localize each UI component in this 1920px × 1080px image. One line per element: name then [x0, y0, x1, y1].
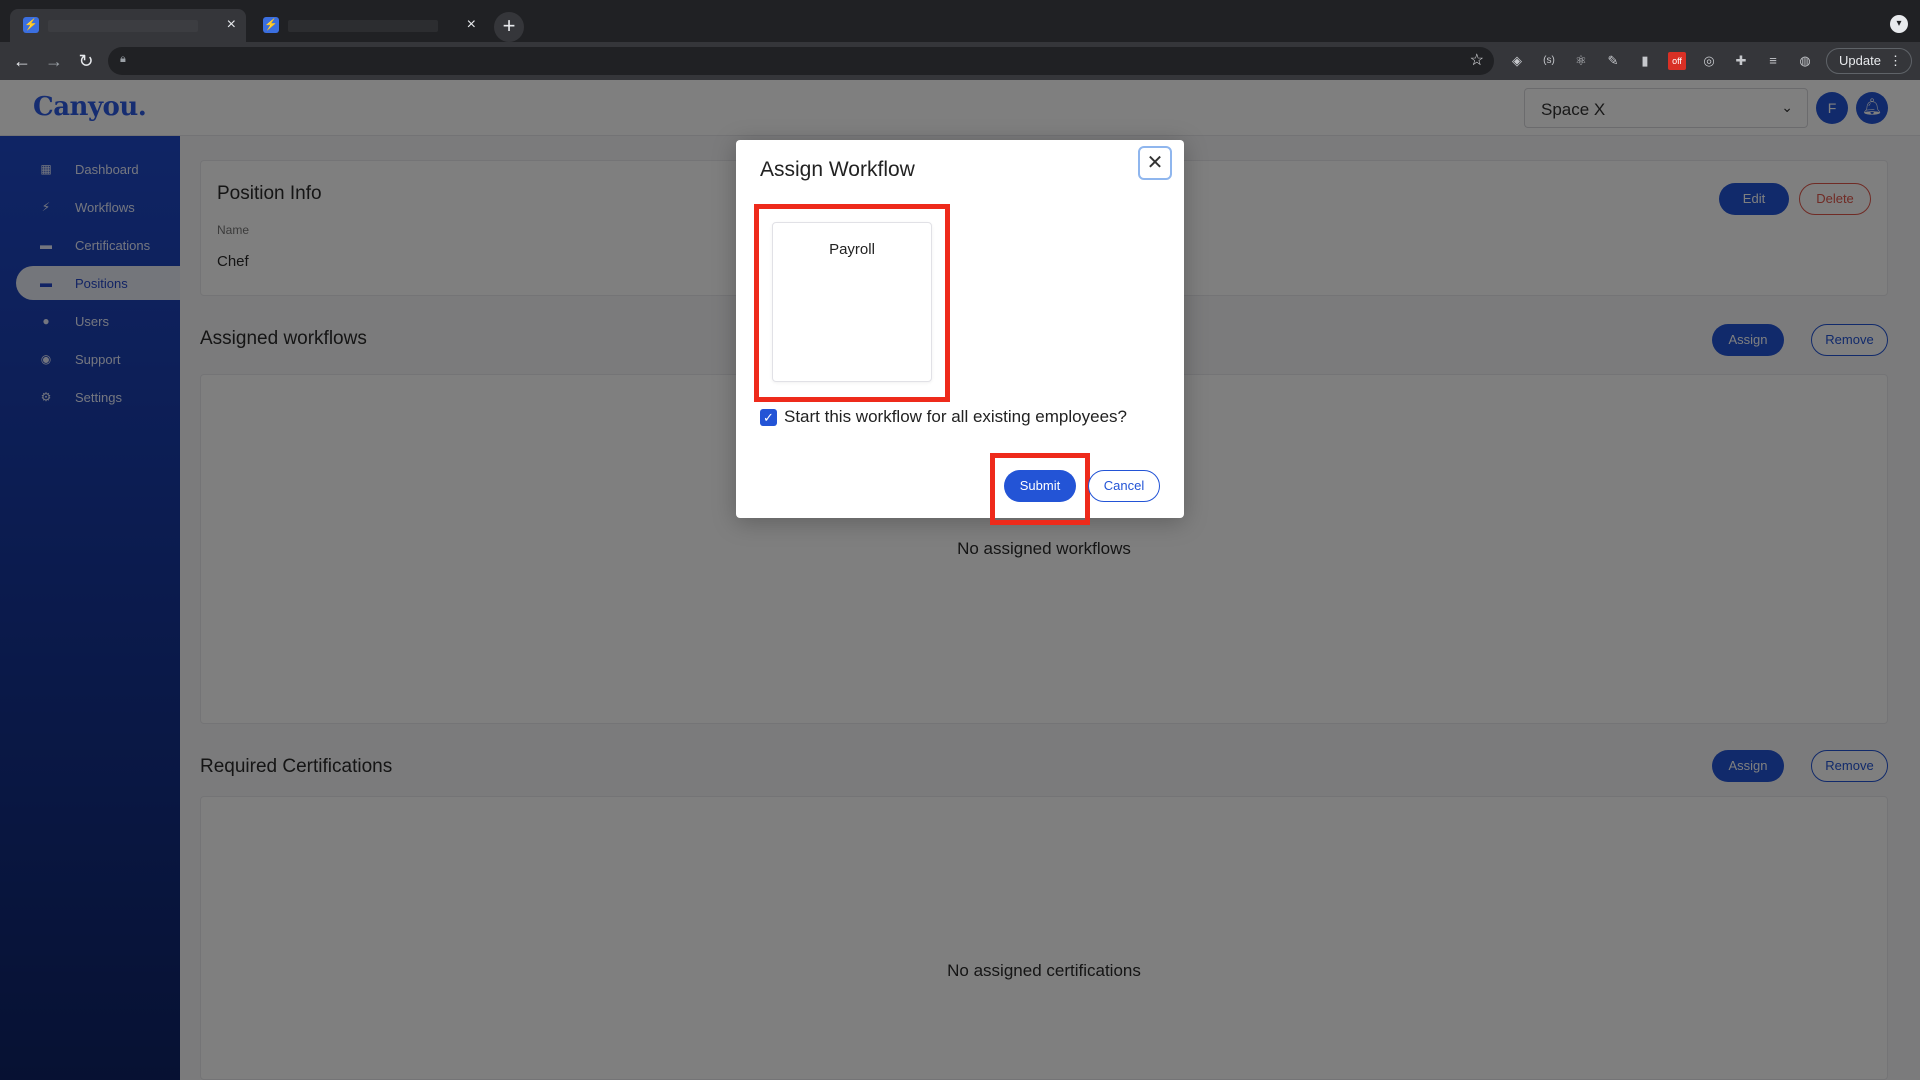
chrome-update-button[interactable]: Update ⋮ [1826, 48, 1912, 74]
browser-tab[interactable]: ⚡ × [250, 9, 486, 42]
tab-title-redacted [48, 20, 198, 32]
canyou-favicon-icon: ⚡ [23, 17, 39, 33]
chrome-menu-icon[interactable]: ⋮ [1889, 49, 1902, 73]
new-tab-button[interactable]: + [494, 12, 524, 42]
tab-close-icon[interactable]: × [467, 15, 476, 35]
puzzle-extension-icon[interactable]: ✚ [1732, 52, 1750, 70]
off-extension-icon[interactable]: off [1668, 52, 1686, 70]
assign-workflow-dialog: Assign Workflow ✕ Payroll ✓ Start this w… [736, 140, 1184, 525]
target-extension-icon[interactable]: ◎ [1700, 52, 1718, 70]
code-extension-icon[interactable]: (s) [1540, 52, 1558, 70]
tab-title-redacted [288, 20, 438, 32]
back-icon[interactable]: ← [10, 50, 34, 72]
bookmark-star-icon[interactable]: ☆ [1470, 51, 1484, 71]
modal-title: Assign Workflow [760, 158, 915, 181]
shield-extension-icon[interactable]: ◈ [1508, 52, 1526, 70]
submit-button[interactable]: Submit [1004, 470, 1076, 502]
react-extension-icon[interactable]: ⚛ [1572, 52, 1590, 70]
cancel-button[interactable]: Cancel [1088, 470, 1160, 502]
profile-extension-icon[interactable]: ◍ [1796, 52, 1814, 70]
browser-toolbar: ← → ↻ 🔒︎ ☆ ◈ (s) ⚛ ✎ ▮ off ◎ ✚ ≡ ◍ Updat… [0, 42, 1920, 80]
browser-tab-active[interactable]: ⚡ × [10, 9, 246, 42]
tab-search-icon[interactable]: ▾ [1890, 15, 1908, 33]
canyou-favicon-icon: ⚡ [263, 17, 279, 33]
close-icon[interactable]: ✕ [1138, 146, 1172, 180]
playlist-extension-icon[interactable]: ≡ [1764, 52, 1782, 70]
reload-icon[interactable]: ↻ [74, 50, 98, 72]
update-label: Update [1839, 53, 1881, 68]
lock-icon: 🔒︎ [120, 53, 126, 65]
workflow-option-label: Payroll [829, 241, 875, 258]
address-bar[interactable]: 🔒︎ ☆ [108, 47, 1494, 75]
bookmark-extension-icon[interactable]: ▮ [1636, 52, 1654, 70]
browser-tab-strip: ⚡ × ⚡ × + ▾ [0, 0, 1920, 42]
start-for-existing-checkbox[interactable]: ✓ [760, 409, 777, 426]
start-for-existing-label[interactable]: Start this workflow for all existing emp… [784, 407, 1127, 427]
workflow-option-card[interactable]: Payroll [772, 222, 932, 382]
tab-close-icon[interactable]: × [227, 15, 236, 35]
forward-icon[interactable]: → [42, 50, 66, 72]
pen-extension-icon[interactable]: ✎ [1604, 52, 1622, 70]
